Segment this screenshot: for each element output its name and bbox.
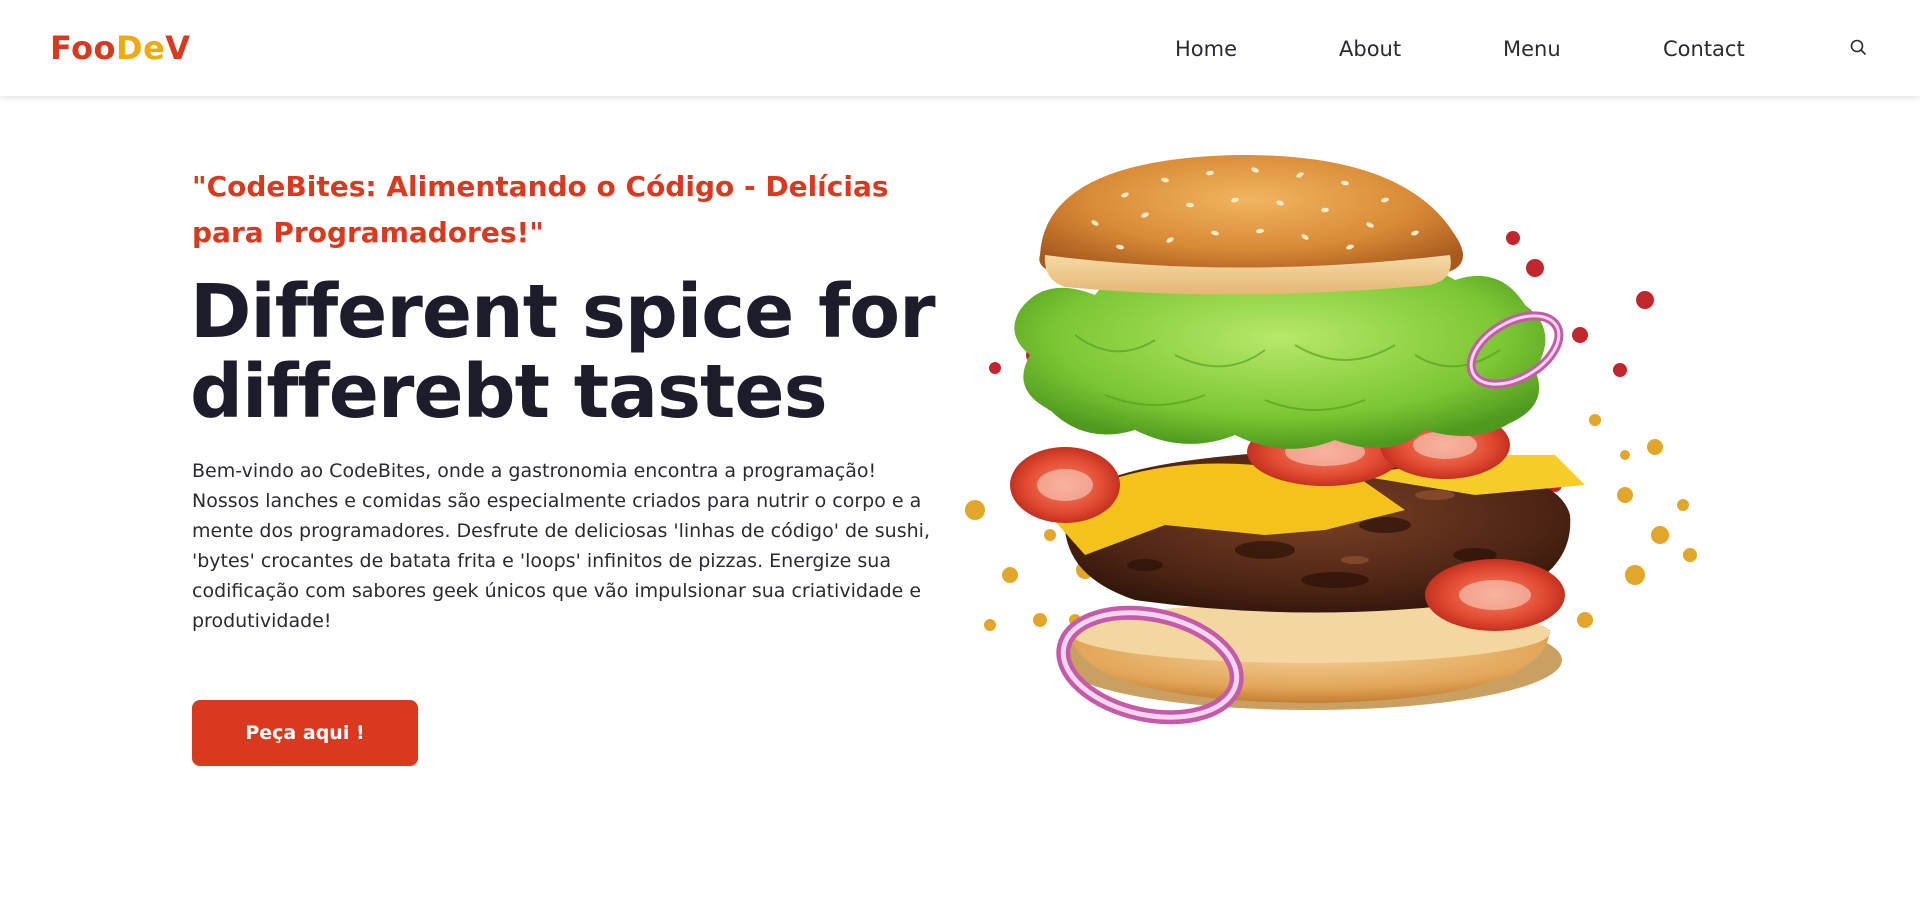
search-icon: [1850, 39, 1866, 55]
nav-link-about[interactable]: About: [1339, 34, 1401, 64]
nav-links: Home About Menu Contact: [0, 34, 1920, 64]
hero-description: Bem-vindo ao CodeBites, onde a gastronom…: [192, 460, 930, 632]
hero-tagline: "CodeBites: Alimentando o Código - Delíc…: [192, 170, 889, 249]
nav-link-contact[interactable]: Contact: [1663, 34, 1745, 64]
hero-headline: Different spice for differebt tastes: [190, 269, 936, 435]
search-button[interactable]: [1849, 38, 1869, 58]
nav-link-home[interactable]: Home: [1175, 34, 1237, 64]
order-button[interactable]: Peça aqui !: [192, 700, 418, 766]
burger-image: [965, 155, 1697, 725]
navbar: FooDeV Home About Menu Contact: [0, 0, 1920, 96]
nav-link-menu[interactable]: Menu: [1503, 34, 1561, 64]
